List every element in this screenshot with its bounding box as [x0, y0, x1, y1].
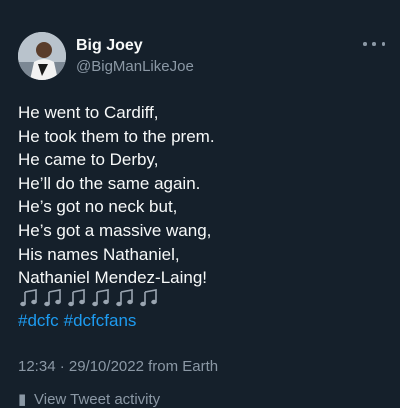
avatar[interactable]	[18, 32, 66, 80]
tweet-line: He took them to the prem.	[18, 126, 215, 146]
music-note-icon	[92, 289, 109, 307]
hashtag-link[interactable]: #dcfcfans	[64, 311, 137, 330]
more-options-icon[interactable]	[363, 36, 385, 52]
activity-chart-icon: ▮	[18, 391, 27, 408]
tweet-line: He’s got a massive wang,	[18, 220, 212, 240]
music-note-icon	[20, 289, 37, 307]
tweet-timestamp[interactable]: 12:34 · 29/10/2022 from Earth	[18, 358, 218, 375]
hashtag-link[interactable]: #dcfc	[18, 311, 59, 330]
tweet-line: He’ll do the same again.	[18, 173, 201, 193]
music-note-icon	[68, 289, 85, 307]
tweet-line: His names Nathaniel,	[18, 244, 180, 264]
tweet-line: He went to Cardiff,	[18, 103, 159, 122]
music-note-icon	[116, 289, 133, 307]
view-tweet-activity-link[interactable]: ▮ View Tweet activity	[18, 390, 160, 408]
tweet-line: He came to Derby,	[18, 150, 159, 170]
tweet-line: He’s got no neck but,	[18, 197, 178, 217]
author-display-name[interactable]: Big Joey	[76, 37, 143, 55]
music-notes	[18, 287, 160, 309]
hashtags: #dcfc #dcfcfans	[18, 311, 141, 331]
music-note-icon	[140, 289, 157, 307]
author-handle[interactable]: @BigManLikeJoe	[76, 58, 194, 75]
music-note-icon	[44, 289, 61, 307]
tweet-text: He went to Cardiff, He took them to the …	[18, 101, 388, 290]
